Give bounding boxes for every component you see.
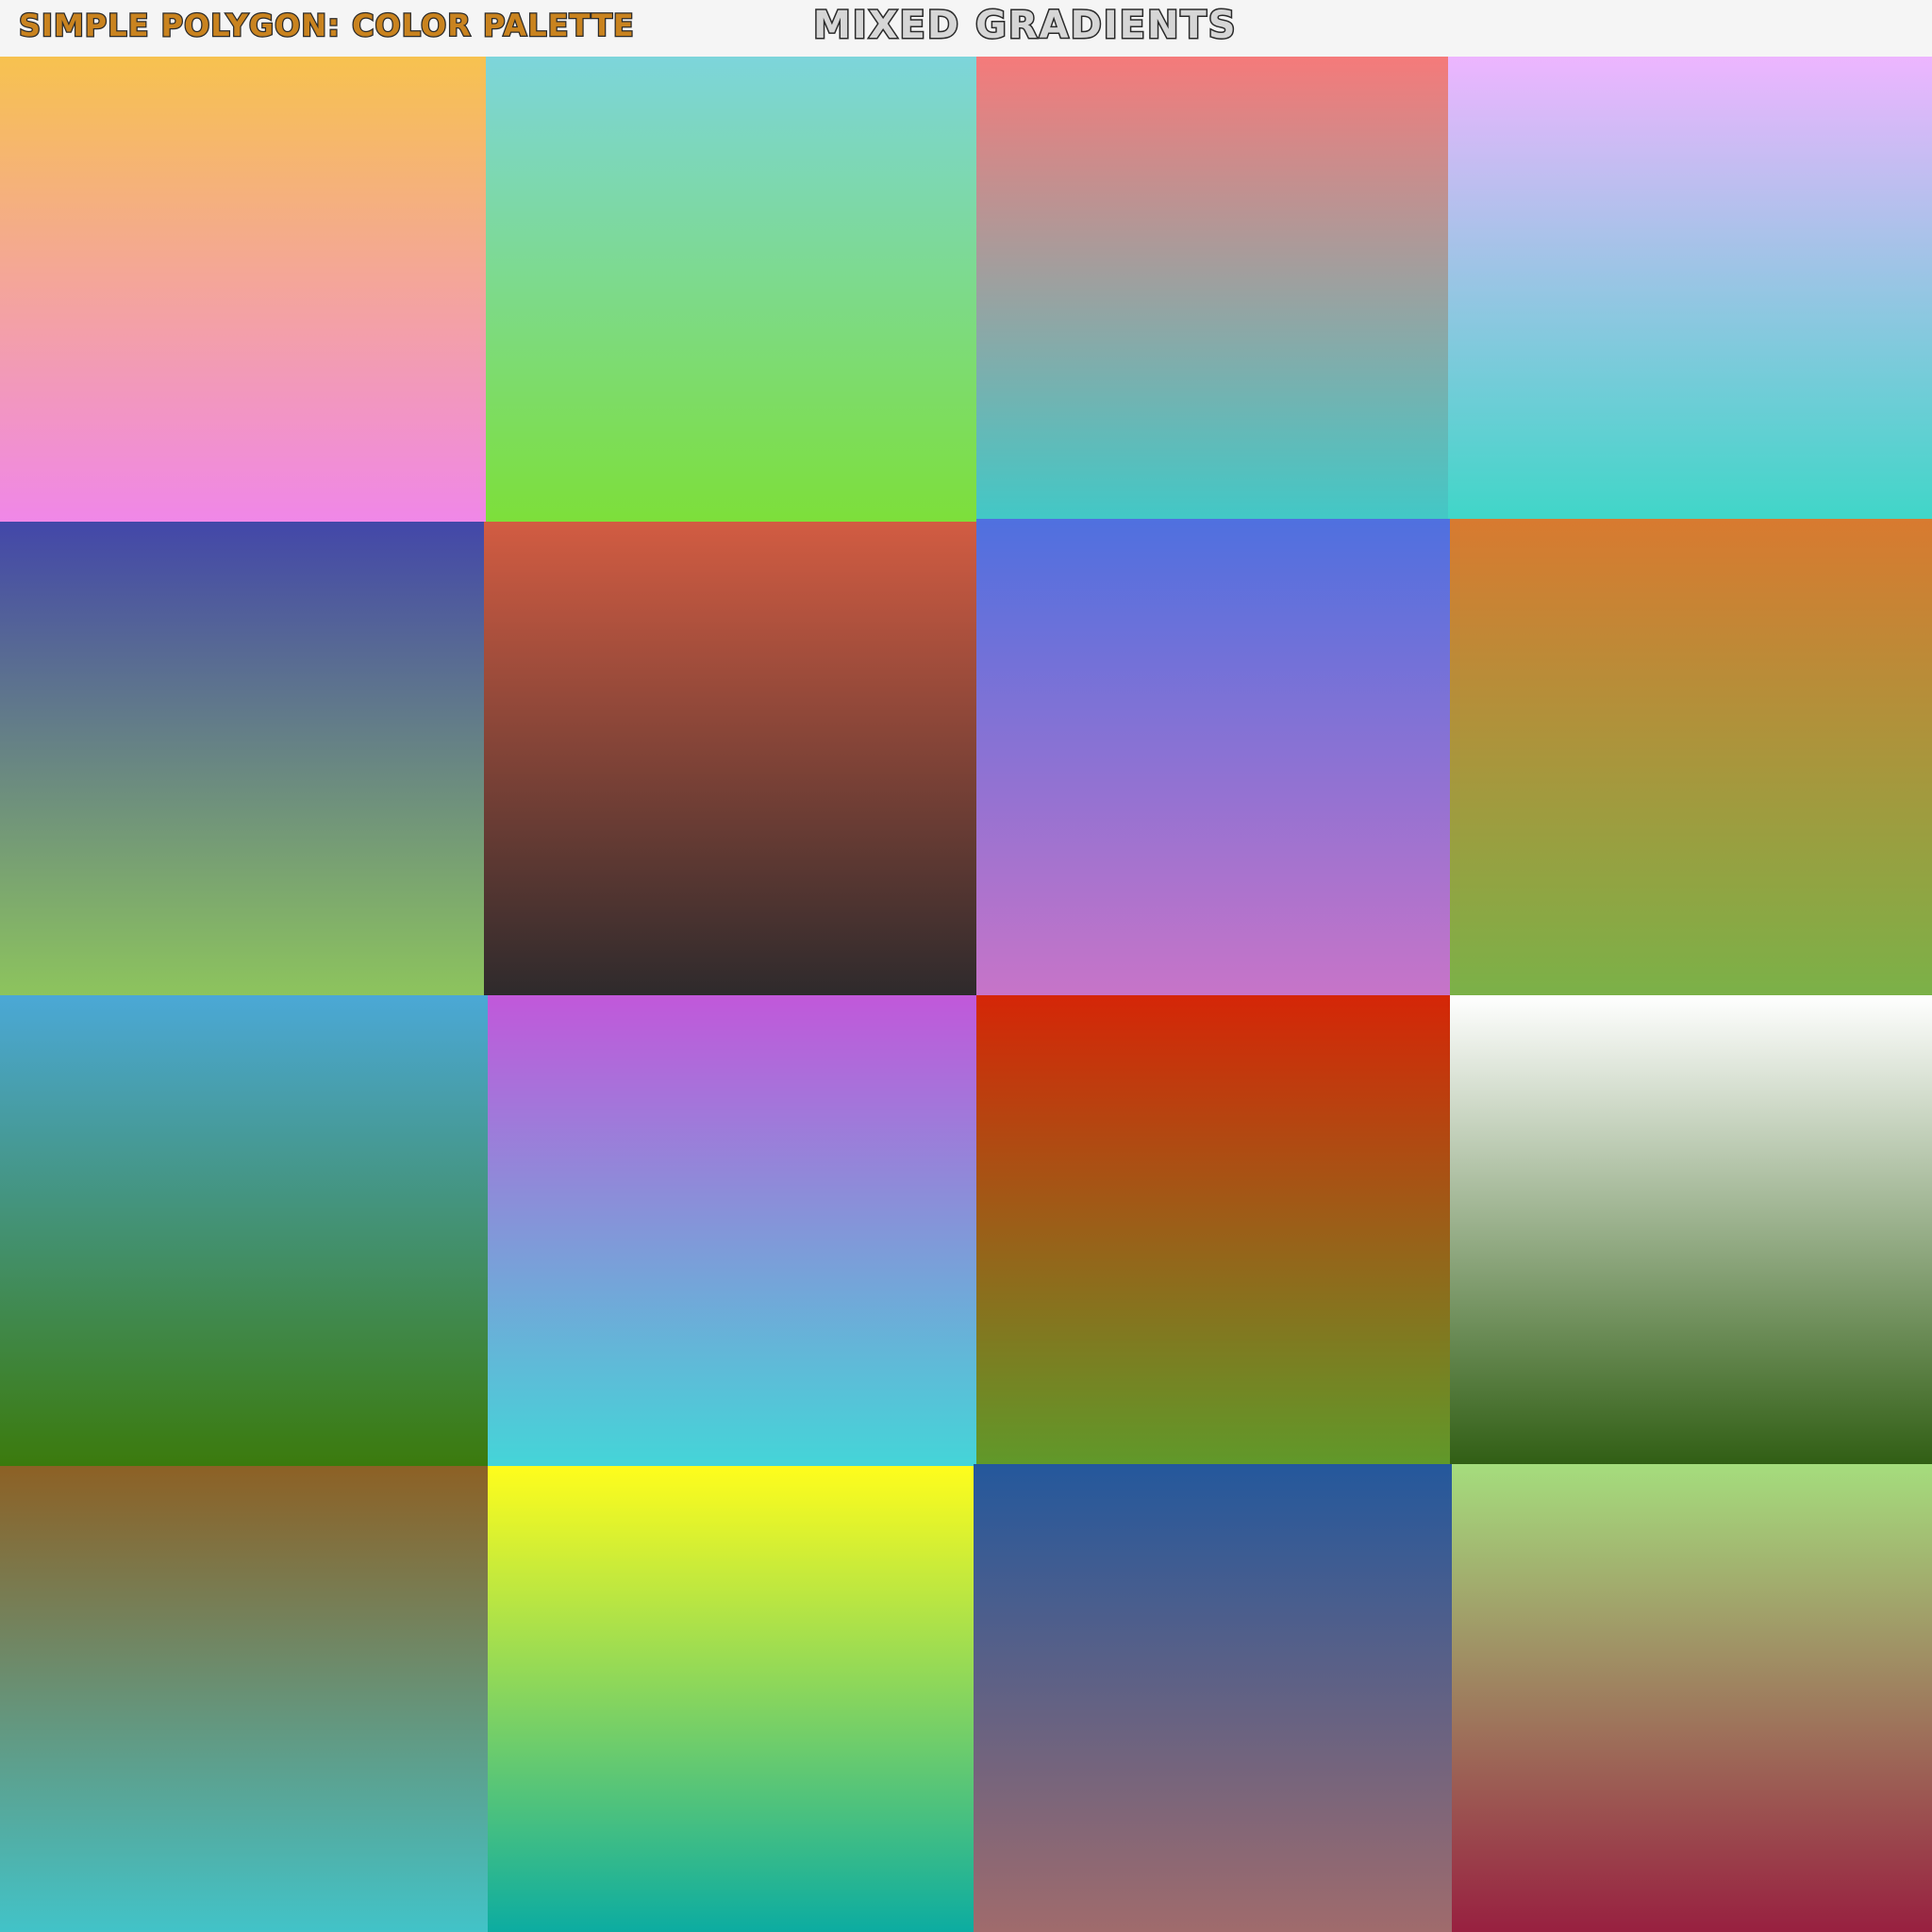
gradient-swatch-6 (484, 522, 976, 995)
gradient-swatch-15 (974, 1464, 1452, 1932)
gradient-grid (0, 57, 1932, 1932)
gradient-swatch-14 (488, 1466, 974, 1932)
gradient-swatch-4 (1448, 57, 1932, 519)
gradient-swatch-10 (488, 995, 976, 1470)
gradient-swatch-13 (0, 1466, 488, 1932)
gradient-swatch-8 (1450, 519, 1932, 995)
gradient-swatch-5 (0, 522, 484, 995)
gradient-swatch-3 (976, 57, 1448, 519)
gradient-swatch-12 (1450, 995, 1932, 1469)
gradient-swatch-1 (0, 57, 486, 522)
gradient-swatch-16 (1452, 1464, 1932, 1932)
gradient-swatch-7 (976, 519, 1450, 995)
gradient-swatch-2 (486, 57, 976, 522)
gradient-swatch-11 (976, 995, 1450, 1469)
header-bar: SIMPLE POLYGON: COLOR PALETTE MIXED GRAD… (0, 0, 1932, 57)
page-title: MIXED GRADIENTS (812, 3, 1238, 49)
gradient-swatch-9 (0, 995, 488, 1470)
brand-title: SIMPLE POLYGON: COLOR PALETTE (18, 7, 635, 45)
